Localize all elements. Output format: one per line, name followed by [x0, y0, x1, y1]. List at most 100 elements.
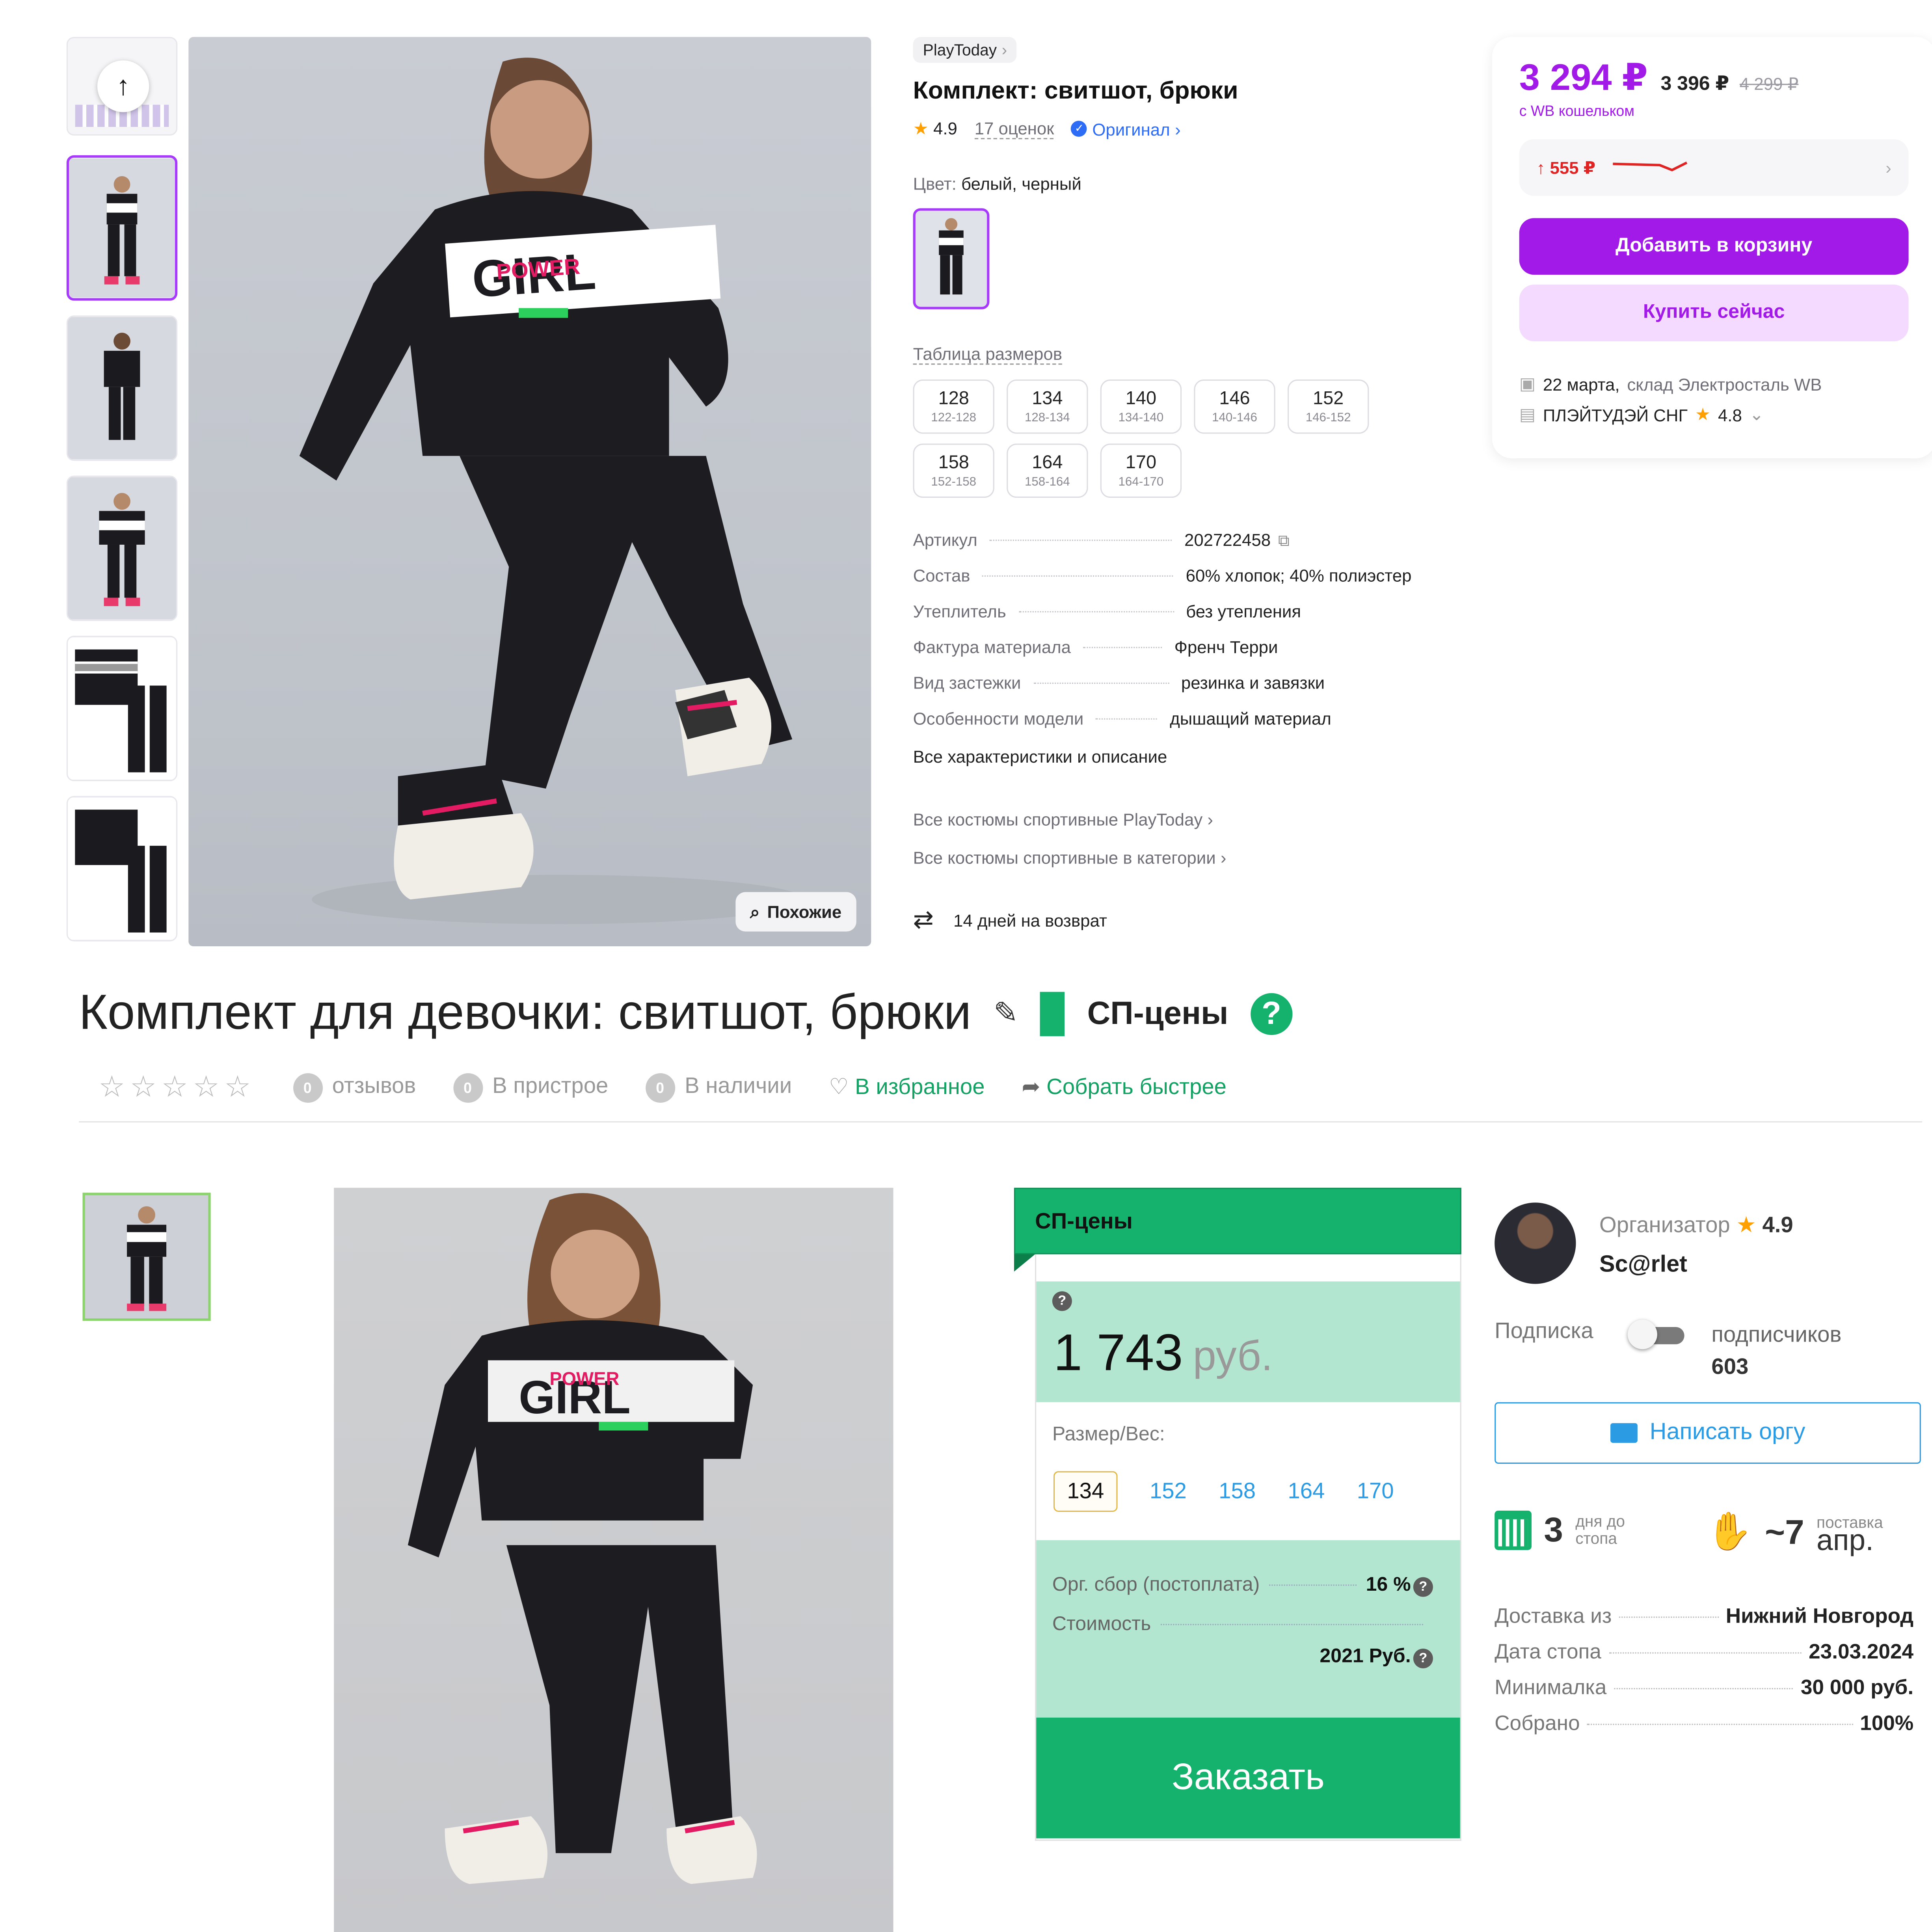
thumbnail-3[interactable] — [66, 475, 178, 621]
reviews-link[interactable]: 17 оценок — [974, 118, 1054, 140]
fee-dots — [1269, 1584, 1356, 1586]
size-option[interactable]: 134 128-134 — [1007, 379, 1088, 434]
size-range: 158-164 — [1024, 475, 1070, 490]
brand-chip[interactable]: PlayToday › — [913, 37, 1017, 63]
size-option[interactable]: 170 164-170 — [1100, 443, 1182, 498]
spec-value: без утепления — [1186, 601, 1301, 621]
thumbnail-4[interactable] — [66, 636, 178, 782]
spec-dots — [1018, 610, 1174, 612]
thumbnail-1[interactable] — [66, 155, 178, 301]
collect-faster-button[interactable]: ➦ Собрать быстрее — [1022, 1074, 1227, 1100]
stat-row: Доставка из Нижний Новгород — [1495, 1604, 1913, 1640]
purchase-stats: Доставка из Нижний Новгород Дата стопа 23.… — [1495, 1604, 1913, 1747]
thumbnail-5[interactable] — [66, 796, 178, 942]
spec-row: Особенности модели дышащий материал — [913, 709, 1468, 745]
price-row: 3 294 ₽ 3 396 ₽ 4 299 ₽ — [1519, 57, 1909, 100]
similar-search-icon: ⌕ — [750, 901, 760, 921]
edit-wrench-icon[interactable]: ✎ — [994, 996, 1018, 1031]
stock-count[interactable]: 0 В наличии — [645, 1072, 792, 1102]
product-title: Комплект: свитшот, брюки — [913, 77, 1238, 105]
similar-button[interactable]: ⌕ Похожие — [735, 892, 856, 932]
spec-dots — [1083, 646, 1162, 648]
spec-key: Вид застежки — [913, 672, 1021, 692]
rating-stars-icon[interactable]: ☆☆☆☆☆ — [99, 1070, 256, 1106]
sp-main-photo[interactable]: GIRL POWER — [334, 1187, 893, 1932]
organizer-label-row: Организатор ★ 4.9 — [1599, 1212, 1793, 1238]
size-option[interactable]: 146 140-146 — [1194, 379, 1275, 434]
size-table-link[interactable]: Таблица размеров — [913, 344, 1062, 365]
sp-size-option[interactable]: 134 — [1053, 1471, 1118, 1512]
toggle-knob — [1627, 1320, 1657, 1349]
size-option[interactable]: 164 158-164 — [1007, 443, 1088, 498]
sp-size-option[interactable]: 152 — [1150, 1479, 1187, 1505]
reviews-label: отзывов — [332, 1072, 416, 1097]
subscription-toggle[interactable] — [1627, 1320, 1684, 1349]
size-range: 128-134 — [1024, 411, 1070, 425]
sp-price-value: 1 743 — [1053, 1323, 1183, 1381]
return-info: ⇄ 14 дней на возврат — [913, 905, 1468, 935]
price-current: 3 294 ₽ — [1519, 58, 1648, 99]
days-to-stop-label-line1: дня до — [1575, 1511, 1625, 1530]
thumbnail-size-chart[interactable]: ↑ — [66, 37, 178, 136]
sp-size-option[interactable]: 158 — [1219, 1479, 1256, 1505]
spec-dots — [1033, 681, 1169, 684]
organizer-name[interactable]: Sc@rlet — [1599, 1252, 1687, 1279]
help-icon[interactable]: ? — [1250, 992, 1293, 1035]
seller-info[interactable]: ▤ ПЛЭЙТУДЭЙ СНГ ★ 4.8 ⌄ — [1519, 404, 1909, 425]
attach-count-badge: 0 — [453, 1072, 483, 1102]
category-link[interactable]: Все костюмы спортивные в категории › — [913, 839, 1468, 877]
collect-faster-label: Собрать быстрее — [1046, 1074, 1227, 1099]
favorite-label: В избранное — [855, 1074, 985, 1099]
calendar-icon — [1495, 1510, 1532, 1550]
write-organizer-button[interactable]: Написать оргу — [1495, 1402, 1921, 1464]
sp-price-block: ? 1 743 руб. — [1036, 1281, 1460, 1402]
copy-icon[interactable]: ⧉ — [1278, 531, 1290, 551]
verified-check-icon: ✓ — [1071, 121, 1087, 137]
hand-box-icon: ✋ — [1706, 1511, 1753, 1553]
size-option[interactable]: 158 152-158 — [913, 443, 994, 498]
sp-size-option[interactable]: 170 — [1357, 1479, 1394, 1505]
all-specs-link[interactable]: Все характеристики и описание — [913, 747, 1468, 767]
sp-thumbnail[interactable] — [82, 1193, 211, 1321]
favorite-button[interactable]: ♡ В избранное — [829, 1074, 985, 1100]
attach-count[interactable]: 0 В пристрое — [453, 1072, 608, 1102]
write-organizer-label: Написать оргу — [1649, 1419, 1805, 1446]
reviews-count[interactable]: 0 отзывов — [292, 1072, 416, 1102]
ribbon-fold — [1014, 1254, 1035, 1272]
wallet-note[interactable]: с WB кошельком — [1519, 102, 1909, 119]
sp-size-option[interactable]: 164 — [1288, 1479, 1325, 1505]
size-range: 164-170 — [1118, 475, 1164, 490]
stat-key: Дата стопа — [1495, 1640, 1601, 1664]
product-main-photo[interactable]: GIRL POWER ⌕ Похожие — [188, 37, 871, 946]
cost-label: Стоимость — [1052, 1614, 1151, 1635]
order-button[interactable]: Заказать — [1036, 1718, 1460, 1839]
price-history[interactable]: ↑ 555 ₽ › — [1519, 139, 1909, 196]
size-range: 122-128 — [931, 411, 977, 425]
help-icon[interactable]: ? — [1413, 1577, 1433, 1597]
stat-row: Дата стопа 23.03.2024 — [1495, 1640, 1913, 1676]
help-icon[interactable]: ? — [1052, 1291, 1072, 1311]
buy-now-button[interactable]: Купить сейчас — [1519, 285, 1909, 341]
size-option[interactable]: 140 134-140 — [1100, 379, 1182, 434]
org-fee-value: 16 % — [1366, 1575, 1411, 1596]
size-option[interactable]: 128 122-128 — [913, 379, 994, 434]
scroll-up-icon[interactable]: ↑ — [97, 60, 149, 112]
sp-price-card: СП-цены ? 1 743 руб. Размер/Вес: 134 152 … — [1014, 1187, 1461, 1841]
color-swatch[interactable] — [913, 208, 990, 309]
help-icon[interactable]: ? — [1413, 1648, 1433, 1668]
cost-value-row: 2021 Руб. ? — [1052, 1646, 1433, 1668]
size-value: 158 — [938, 452, 969, 473]
price-old: 3 396 ₽ — [1660, 74, 1729, 95]
delivery-info: ▣ 22 марта, склад Электросталь WB — [1519, 373, 1909, 394]
stat-row: Минималка 30 000 руб. — [1495, 1676, 1913, 1712]
spec-row: Фактура материала Френч Терри — [913, 637, 1468, 673]
days-to-stop: 3 дня до стопа — [1495, 1510, 1625, 1550]
original-badge[interactable]: ✓ Оригинал › — [1071, 119, 1181, 139]
size-option[interactable]: 152 146-152 — [1287, 379, 1369, 434]
thumbnail-2[interactable] — [66, 315, 178, 461]
avatar[interactable] — [1495, 1202, 1576, 1284]
add-to-cart-button[interactable]: Добавить в корзину — [1519, 218, 1909, 275]
seller-name: ПЛЭЙТУДЭЙ СНГ — [1543, 404, 1688, 425]
brand-category-link[interactable]: Все костюмы спортивные PlayToday › — [913, 801, 1468, 839]
stat-dots — [1619, 1616, 1718, 1618]
